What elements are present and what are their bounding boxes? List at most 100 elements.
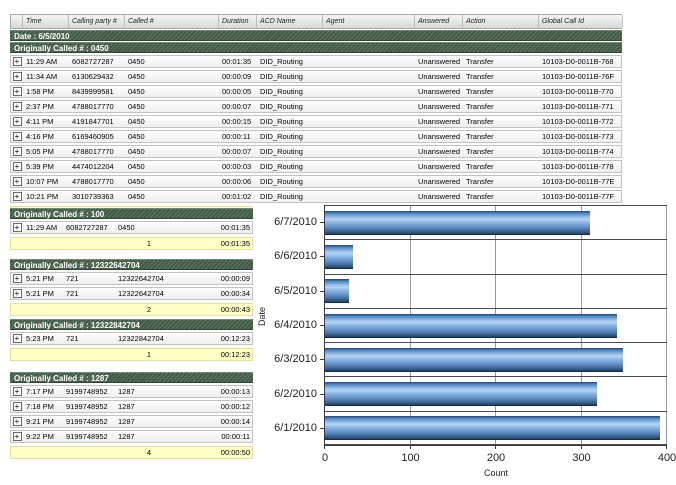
gridline-horizontal <box>325 444 667 445</box>
gridline-horizontal <box>325 411 667 412</box>
expand-icon[interactable]: + <box>13 432 22 441</box>
expand-cell: + <box>11 274 23 283</box>
expand-column-header <box>11 15 23 28</box>
cell-called: 0450 <box>125 116 219 127</box>
chart-bar <box>325 211 590 235</box>
expand-cell: + <box>11 87 23 96</box>
gridline-horizontal <box>325 376 667 377</box>
expand-icon[interactable]: + <box>13 387 22 396</box>
column-header-agent[interactable]: Agent <box>323 15 415 28</box>
cell-acd-name: DID_Routing <box>257 56 323 67</box>
chart-bar <box>325 382 597 406</box>
expand-icon[interactable]: + <box>13 87 22 96</box>
cell-duration: 00:01:02 <box>219 191 257 202</box>
cell-calling-party: 4788017770 <box>69 146 125 157</box>
summary-total-duration: 00:12:23 <box>183 349 254 360</box>
cell-duration: 00:00:06 <box>219 176 257 187</box>
column-header-action[interactable]: Action <box>463 15 539 28</box>
cell-action: Transfer <box>463 146 539 157</box>
gridline-horizontal <box>325 342 667 343</box>
expand-icon[interactable]: + <box>13 117 22 126</box>
y-axis-tick <box>320 359 325 360</box>
cell-answered: Unanswered <box>415 116 463 127</box>
cell-calling-party: 4191847701 <box>69 116 125 127</box>
cell-calling-party: 6169460905 <box>69 131 125 142</box>
expand-icon[interactable]: + <box>13 162 22 171</box>
cell-calling-party: 9199748952 <box>63 386 115 397</box>
expand-cell: + <box>11 223 23 232</box>
x-axis-tick <box>495 445 496 449</box>
cell-answered: Unanswered <box>415 146 463 157</box>
cell-calling-party: 3010739363 <box>69 191 125 202</box>
chart-bar <box>325 416 660 440</box>
cell-duration: 00:00:07 <box>219 146 257 157</box>
gridline-horizontal <box>325 274 667 275</box>
expand-icon[interactable]: + <box>13 192 22 201</box>
cell-acd-name: DID_Routing <box>257 191 323 202</box>
group-summary-row: 100:12:23 <box>10 348 253 361</box>
x-axis-tick <box>581 445 582 449</box>
expand-cell: + <box>11 72 23 81</box>
call-row: +9:22 PM9199748952128700:00:11 <box>10 430 253 443</box>
expand-icon[interactable]: + <box>13 334 22 343</box>
cell-time: 10:21 PM <box>23 191 69 202</box>
group-section: Originally Called # : 12322842704+5:23 P… <box>10 318 253 361</box>
cell-answered: Unanswered <box>415 56 463 67</box>
cell-time: 4:16 PM <box>23 131 69 142</box>
cell-time: 11:34 AM <box>23 71 69 82</box>
cell-acd-name: DID_Routing <box>257 71 323 82</box>
summary-call-count: 4 <box>115 447 183 458</box>
y-axis-tick <box>320 325 325 326</box>
cell-time: 7:17 PM <box>23 386 63 397</box>
gridline-vertical <box>666 205 667 445</box>
expand-icon[interactable]: + <box>13 72 22 81</box>
column-header-time[interactable]: Time <box>23 15 69 28</box>
expand-icon[interactable]: + <box>13 274 22 283</box>
call-row: +5:21 PM7211232264270400:00:34 <box>10 287 253 300</box>
cell-time: 9:21 PM <box>23 416 63 427</box>
y-category-label: 6/2/2010 <box>274 388 317 400</box>
expand-icon[interactable]: + <box>13 147 22 156</box>
column-header-calling-party[interactable]: Calling party # <box>69 15 125 28</box>
cell-action: Transfer <box>463 116 539 127</box>
cell-global-call-id: 10103-D0-0011B-778 <box>539 161 623 172</box>
call-row: +4:16 PM6169460905045000:00:11DID_Routin… <box>10 130 622 143</box>
cell-calling-party: 721 <box>63 333 115 344</box>
column-header-acd-name[interactable]: ACD Name <box>257 15 323 28</box>
expand-icon[interactable]: + <box>13 289 22 298</box>
group-summary-row: 200:00:43 <box>10 303 253 316</box>
expand-cell: + <box>11 387 23 396</box>
expand-icon[interactable]: + <box>13 402 22 411</box>
column-header-called[interactable]: Called # <box>125 15 219 28</box>
chart-bar <box>325 348 623 372</box>
cell-global-call-id: 10103-D0-0011B-77E <box>539 176 623 187</box>
cell-duration: 00:00:12 <box>183 401 254 412</box>
cell-duration: 00:00:13 <box>183 386 254 397</box>
column-header-duration[interactable]: Duration <box>219 15 257 28</box>
call-report-screen: TimeCalling party #Called #DurationACD N… <box>0 0 676 485</box>
chart-y-axis-title: Date <box>257 307 267 326</box>
expand-icon[interactable]: + <box>13 57 22 66</box>
cell-called: 0450 <box>115 222 183 233</box>
cell-answered: Unanswered <box>415 101 463 112</box>
cell-duration: 00:00:09 <box>219 71 257 82</box>
expand-icon[interactable]: + <box>13 132 22 141</box>
cell-time: 7:18 PM <box>23 401 63 412</box>
column-header-global-call-id[interactable]: Global Call Id <box>539 15 623 28</box>
cell-time: 10:07 PM <box>23 176 69 187</box>
cell-duration: 00:00:15 <box>219 116 257 127</box>
cell-time: 5:05 PM <box>23 146 69 157</box>
cell-global-call-id: 10103-D0-0011B-77F <box>539 191 623 202</box>
cell-action: Transfer <box>463 86 539 97</box>
cell-called: 0450 <box>125 191 219 202</box>
expand-icon[interactable]: + <box>13 177 22 186</box>
column-header-answered[interactable]: Answered <box>415 15 463 28</box>
expand-cell: + <box>11 334 23 343</box>
call-row: +11:29 AM6082727287045000:01:35DID_Routi… <box>10 55 622 68</box>
cell-global-call-id: 10103-D0-0011B-76F <box>539 71 623 82</box>
cell-global-call-id: 10103-D0-0011B-770 <box>539 86 623 97</box>
expand-icon[interactable]: + <box>13 102 22 111</box>
expand-icon[interactable]: + <box>13 223 22 232</box>
expand-icon[interactable]: + <box>13 417 22 426</box>
y-category-label: 6/4/2010 <box>274 319 317 331</box>
